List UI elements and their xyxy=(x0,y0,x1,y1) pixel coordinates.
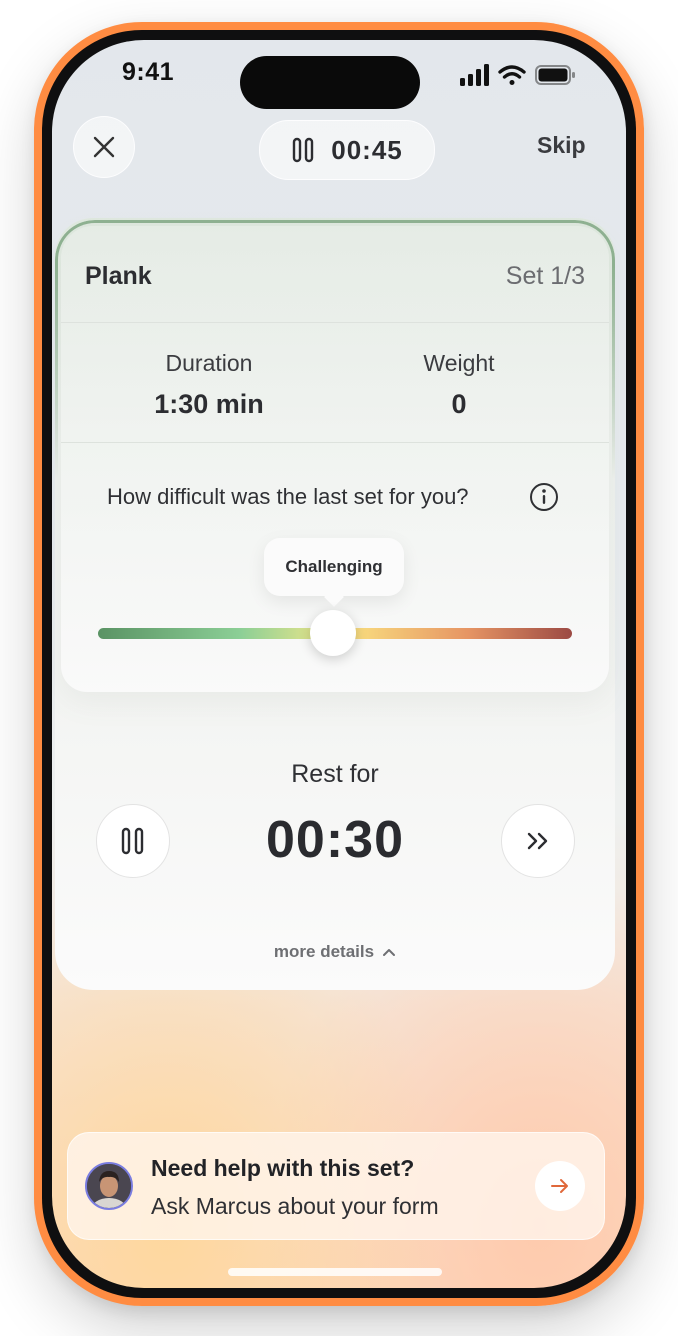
workout-timer-pill[interactable]: 00:45 xyxy=(259,120,435,180)
arrow-right-icon xyxy=(551,1179,568,1193)
wifi-icon xyxy=(498,65,526,85)
status-icons xyxy=(460,62,580,88)
help-subtitle: Ask Marcus about your form xyxy=(151,1193,439,1219)
close-button[interactable] xyxy=(73,116,135,178)
rest-label: Rest for xyxy=(291,760,379,788)
skip-rest-button[interactable] xyxy=(501,804,575,878)
status-time: 9:41 xyxy=(122,58,175,86)
set-details-card: Plank Set 1/3 Duration 1:30 min Weight 0… xyxy=(61,226,609,692)
battery-icon xyxy=(535,65,575,85)
phone-frame: 9:41 00:45 Skip Plank Set 1/3 Duration 1… xyxy=(34,22,644,1306)
close-icon xyxy=(93,136,115,158)
divider xyxy=(61,322,609,323)
divider xyxy=(61,442,609,443)
dynamic-island xyxy=(240,56,420,109)
help-title: Need help with this set? xyxy=(151,1155,415,1181)
screen: 9:41 00:45 Skip Plank Set 1/3 Duration 1… xyxy=(52,40,626,1288)
pause-icon xyxy=(121,827,144,855)
difficulty-question: How difficult was the last set for you? xyxy=(107,484,469,509)
stat-label: Duration xyxy=(165,350,253,376)
more-details-label: more details xyxy=(273,942,375,961)
phone-bezel: 9:41 00:45 Skip Plank Set 1/3 Duration 1… xyxy=(42,30,636,1298)
avatar xyxy=(85,1162,133,1210)
skip-button[interactable]: Skip xyxy=(537,132,586,159)
difficulty-slider-thumb[interactable] xyxy=(310,610,356,656)
stat-value: 0 xyxy=(451,389,467,419)
pause-rest-button[interactable] xyxy=(96,804,170,878)
stat-weight: Weight 0 xyxy=(359,350,559,420)
stat-value: 1:30 min xyxy=(154,389,264,419)
pause-icon xyxy=(293,137,314,163)
stat-label: Weight xyxy=(423,350,495,376)
difficulty-tooltip: Challenging xyxy=(264,538,404,596)
set-counter: Set 1/3 xyxy=(505,262,585,290)
ask-coach-button[interactable] xyxy=(535,1161,585,1211)
exercise-name: Plank xyxy=(85,262,152,290)
info-icon[interactable] xyxy=(529,482,559,512)
signal-icon xyxy=(460,64,489,86)
stat-duration: Duration 1:30 min xyxy=(109,350,309,420)
chevron-up-icon xyxy=(383,949,396,956)
workout-timer: 00:45 xyxy=(331,134,403,165)
coach-help-card[interactable]: Need help with this set? Ask Marcus abou… xyxy=(67,1132,605,1240)
more-details-toggle[interactable]: more details xyxy=(52,942,618,962)
fast-forward-icon xyxy=(527,832,548,850)
home-indicator[interactable] xyxy=(228,1268,442,1276)
